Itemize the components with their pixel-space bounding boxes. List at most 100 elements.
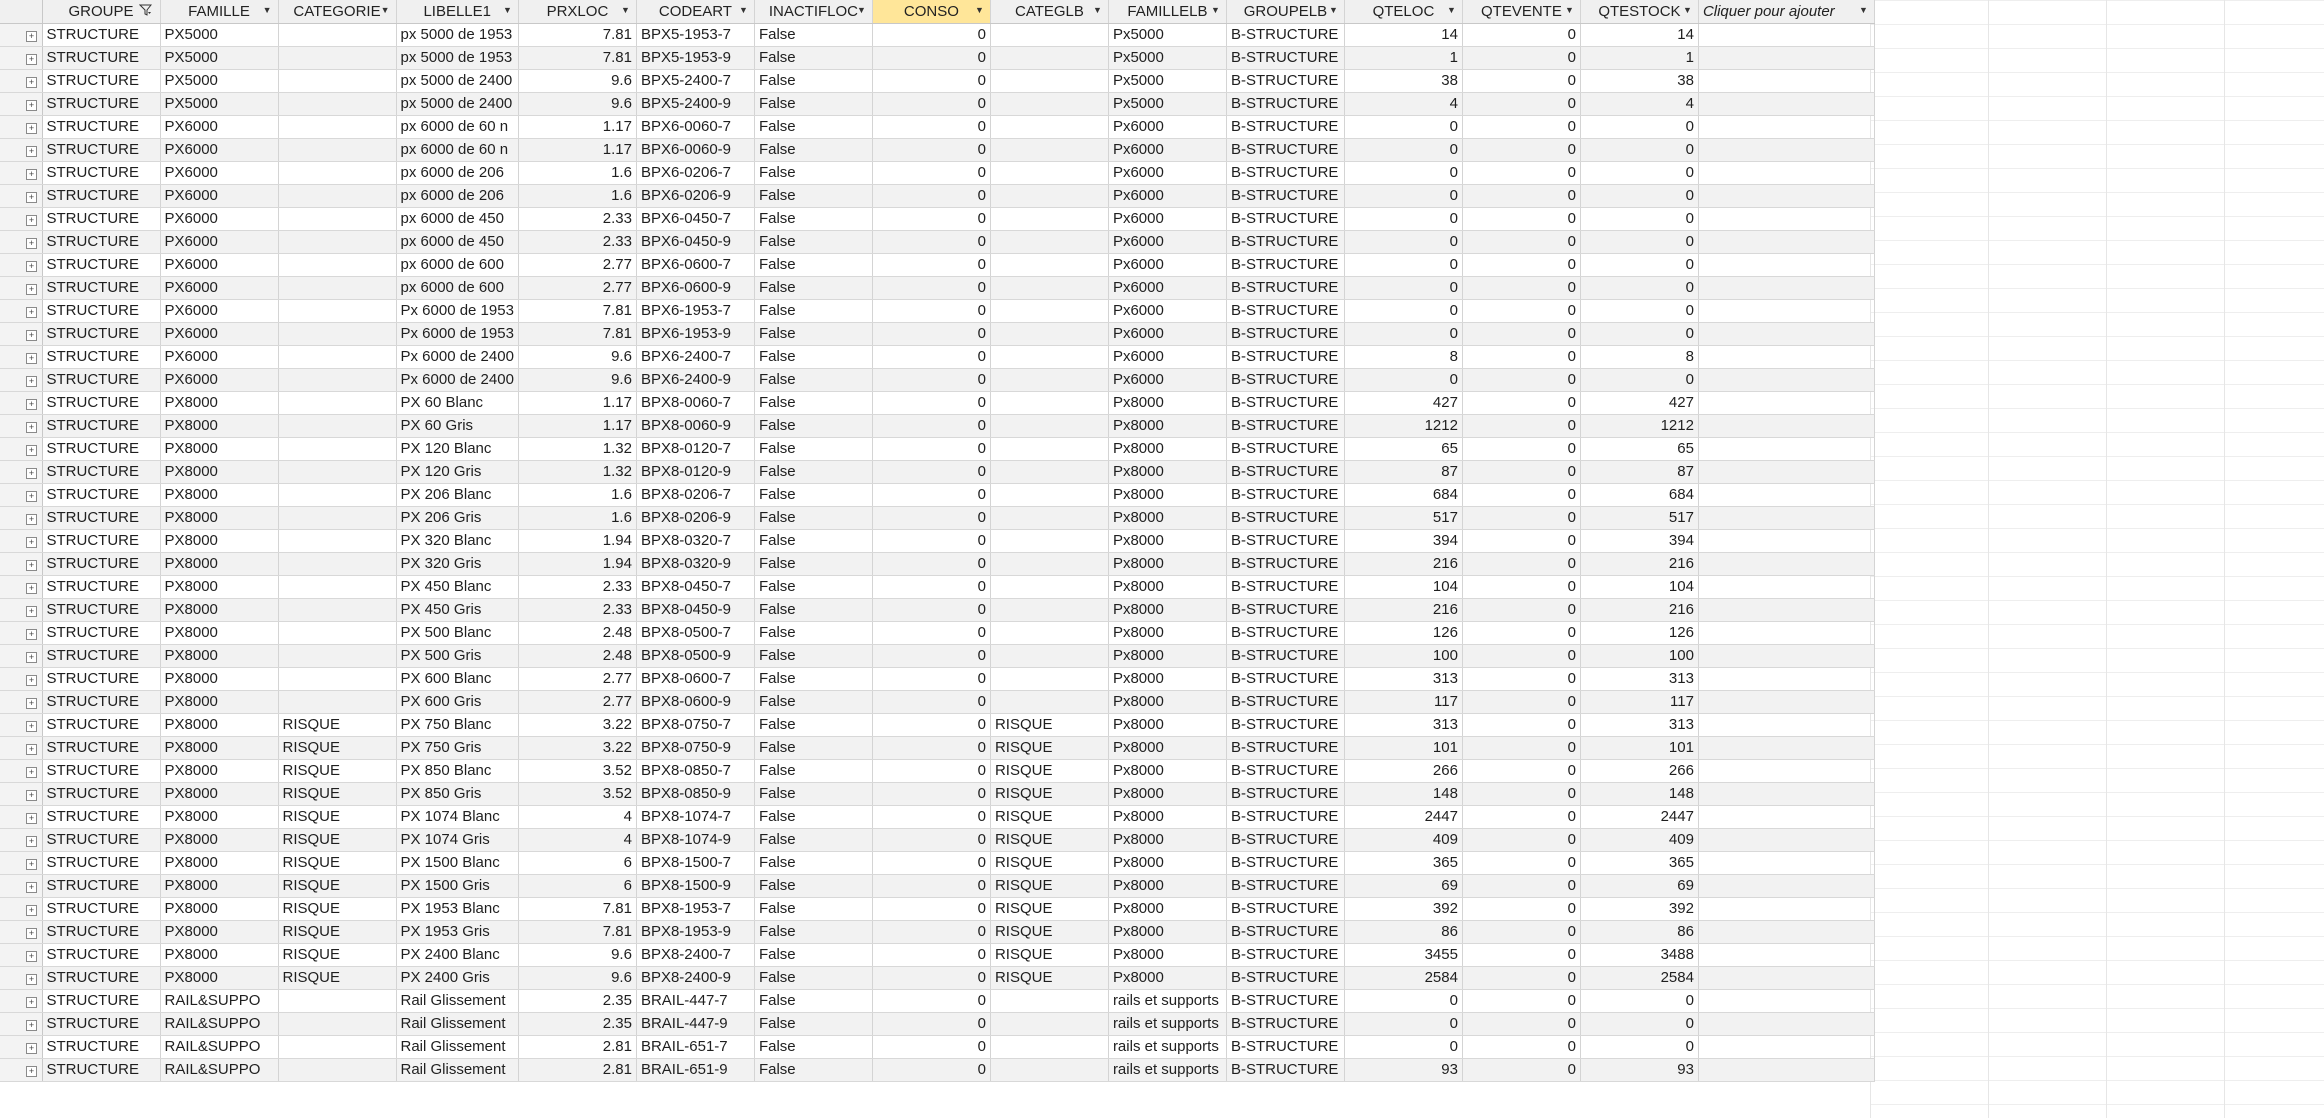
cell-categlb[interactable] <box>990 690 1109 714</box>
expand-plus-icon[interactable]: + <box>26 330 37 341</box>
cell-categorie[interactable] <box>278 184 397 208</box>
column-header-prxloc[interactable]: PRXLOC ▼ <box>518 0 637 24</box>
column-header-categlb[interactable]: CATEGLB ▼ <box>990 0 1109 24</box>
cell-groupe[interactable]: STRUCTURE <box>42 1012 161 1036</box>
cell-groupelb[interactable]: B-STRUCTURE <box>1226 598 1345 622</box>
table-row[interactable]: + STRUCTURE PX6000 px 6000 de 60 n 1.17 BPX6-… <box>0 138 1875 162</box>
cell-qtevente[interactable]: 0 <box>1462 115 1581 139</box>
cell-inactifloc[interactable]: False <box>754 897 873 921</box>
cell-qtestock[interactable]: 69 <box>1580 874 1699 898</box>
cell-famille[interactable]: PX8000 <box>160 874 279 898</box>
cell-groupe[interactable]: STRUCTURE <box>42 115 161 139</box>
cell-famillelb[interactable]: rails et supports <box>1108 989 1227 1013</box>
cell-famillelb[interactable]: Px6000 <box>1108 253 1227 277</box>
cell-famillelb[interactable]: rails et supports <box>1108 1035 1227 1059</box>
cell-libelle1[interactable]: px 6000 de 60 n <box>396 138 519 162</box>
table-row[interactable]: + STRUCTURE PX8000 PX 206 Blanc 1.6 BPX8-0206… <box>0 483 1875 507</box>
expand-plus-icon[interactable]: + <box>26 1066 37 1077</box>
row-selector[interactable]: + <box>0 207 43 231</box>
cell-famillelb[interactable]: rails et supports <box>1108 1012 1227 1036</box>
cell-famillelb[interactable]: Px6000 <box>1108 368 1227 392</box>
cell-qteloc[interactable]: 0 <box>1344 253 1463 277</box>
cell-codeart[interactable]: BPX6-1953-7 <box>636 299 755 323</box>
cell-categlb[interactable]: RISQUE <box>990 920 1109 944</box>
cell-add-column[interactable] <box>1698 368 1875 392</box>
cell-codeart[interactable]: BRAIL-447-9 <box>636 1012 755 1036</box>
column-header-libelle1[interactable]: LIBELLE1 ▼ <box>396 0 519 24</box>
cell-groupelb[interactable]: B-STRUCTURE <box>1226 966 1345 990</box>
table-row[interactable]: + STRUCTURE PX8000 PX 450 Gris 2.33 BPX8-0450… <box>0 598 1875 622</box>
cell-prxloc[interactable]: 9.6 <box>518 69 637 93</box>
expand-plus-icon[interactable]: + <box>26 215 37 226</box>
cell-famillelb[interactable]: Px5000 <box>1108 92 1227 116</box>
cell-categlb[interactable]: RISQUE <box>990 851 1109 875</box>
table-row[interactable]: + STRUCTURE PX6000 px 6000 de 450 2.33 BPX6-0… <box>0 230 1875 254</box>
cell-conso[interactable]: 0 <box>872 322 991 346</box>
cell-codeart[interactable]: BPX8-0320-7 <box>636 529 755 553</box>
column-header-qtestock[interactable]: QTESTOCK ▼ <box>1580 0 1699 24</box>
cell-famillelb[interactable]: Px8000 <box>1108 460 1227 484</box>
cell-groupelb[interactable]: B-STRUCTURE <box>1226 552 1345 576</box>
cell-groupe[interactable]: STRUCTURE <box>42 1035 161 1059</box>
cell-categorie[interactable]: RISQUE <box>278 759 397 783</box>
cell-conso[interactable]: 0 <box>872 230 991 254</box>
cell-libelle1[interactable]: PX 1953 Blanc <box>396 897 519 921</box>
cell-categorie[interactable] <box>278 690 397 714</box>
cell-categlb[interactable] <box>990 23 1109 47</box>
cell-categorie[interactable] <box>278 506 397 530</box>
cell-qtevente[interactable]: 0 <box>1462 253 1581 277</box>
cell-groupe[interactable]: STRUCTURE <box>42 69 161 93</box>
cell-inactifloc[interactable]: False <box>754 184 873 208</box>
cell-inactifloc[interactable]: False <box>754 437 873 461</box>
cell-groupelb[interactable]: B-STRUCTURE <box>1226 575 1345 599</box>
cell-libelle1[interactable]: PX 60 Gris <box>396 414 519 438</box>
column-header-groupelb[interactable]: GROUPELB ▼ <box>1226 0 1345 24</box>
dropdown-arrow-icon[interactable]: ▼ <box>975 5 984 15</box>
cell-qtestock[interactable]: 216 <box>1580 552 1699 576</box>
cell-groupe[interactable]: STRUCTURE <box>42 92 161 116</box>
cell-categlb[interactable] <box>990 115 1109 139</box>
cell-codeart[interactable]: BPX8-0750-9 <box>636 736 755 760</box>
row-selector[interactable]: + <box>0 575 43 599</box>
cell-qtestock[interactable]: 65 <box>1580 437 1699 461</box>
cell-groupelb[interactable]: B-STRUCTURE <box>1226 667 1345 691</box>
cell-prxloc[interactable]: 7.81 <box>518 23 637 47</box>
cell-groupelb[interactable]: B-STRUCTURE <box>1226 115 1345 139</box>
cell-qtevente[interactable]: 0 <box>1462 920 1581 944</box>
cell-famille[interactable]: PX8000 <box>160 736 279 760</box>
cell-qtevente[interactable]: 0 <box>1462 851 1581 875</box>
cell-inactifloc[interactable]: False <box>754 1058 873 1082</box>
cell-qteloc[interactable]: 8 <box>1344 345 1463 369</box>
cell-prxloc[interactable]: 1.6 <box>518 506 637 530</box>
cell-famillelb[interactable]: Px8000 <box>1108 736 1227 760</box>
cell-categlb[interactable] <box>990 92 1109 116</box>
cell-conso[interactable]: 0 <box>872 437 991 461</box>
cell-libelle1[interactable]: PX 1500 Blanc <box>396 851 519 875</box>
cell-categorie[interactable] <box>278 989 397 1013</box>
expand-plus-icon[interactable]: + <box>26 905 37 916</box>
cell-categlb[interactable] <box>990 299 1109 323</box>
cell-qteloc[interactable]: 365 <box>1344 851 1463 875</box>
cell-famillelb[interactable]: Px6000 <box>1108 276 1227 300</box>
cell-qtevente[interactable]: 0 <box>1462 667 1581 691</box>
column-header-groupe[interactable]: GROUPE <box>42 0 161 24</box>
cell-groupelb[interactable]: B-STRUCTURE <box>1226 529 1345 553</box>
cell-prxloc[interactable]: 6 <box>518 851 637 875</box>
cell-categorie[interactable] <box>278 391 397 415</box>
cell-famillelb[interactable]: Px5000 <box>1108 69 1227 93</box>
dropdown-arrow-icon[interactable]: ▼ <box>503 5 512 15</box>
cell-inactifloc[interactable]: False <box>754 713 873 737</box>
cell-categorie[interactable] <box>278 437 397 461</box>
cell-conso[interactable]: 0 <box>872 368 991 392</box>
expand-plus-icon[interactable]: + <box>26 192 37 203</box>
cell-libelle1[interactable]: Px 6000 de 2400 <box>396 368 519 392</box>
table-row[interactable]: + STRUCTURE PX8000 RISQUE PX 1953 Blanc 7.81 B… <box>0 897 1875 921</box>
cell-categorie[interactable]: RISQUE <box>278 943 397 967</box>
cell-conso[interactable]: 0 <box>872 989 991 1013</box>
cell-categlb[interactable]: RISQUE <box>990 736 1109 760</box>
table-row[interactable]: + STRUCTURE PX5000 px 5000 de 2400 9.6 BPX5-2… <box>0 69 1875 93</box>
cell-add-column[interactable] <box>1698 713 1875 737</box>
cell-categorie[interactable] <box>278 299 397 323</box>
expand-plus-icon[interactable]: + <box>26 813 37 824</box>
row-selector[interactable]: + <box>0 690 43 714</box>
